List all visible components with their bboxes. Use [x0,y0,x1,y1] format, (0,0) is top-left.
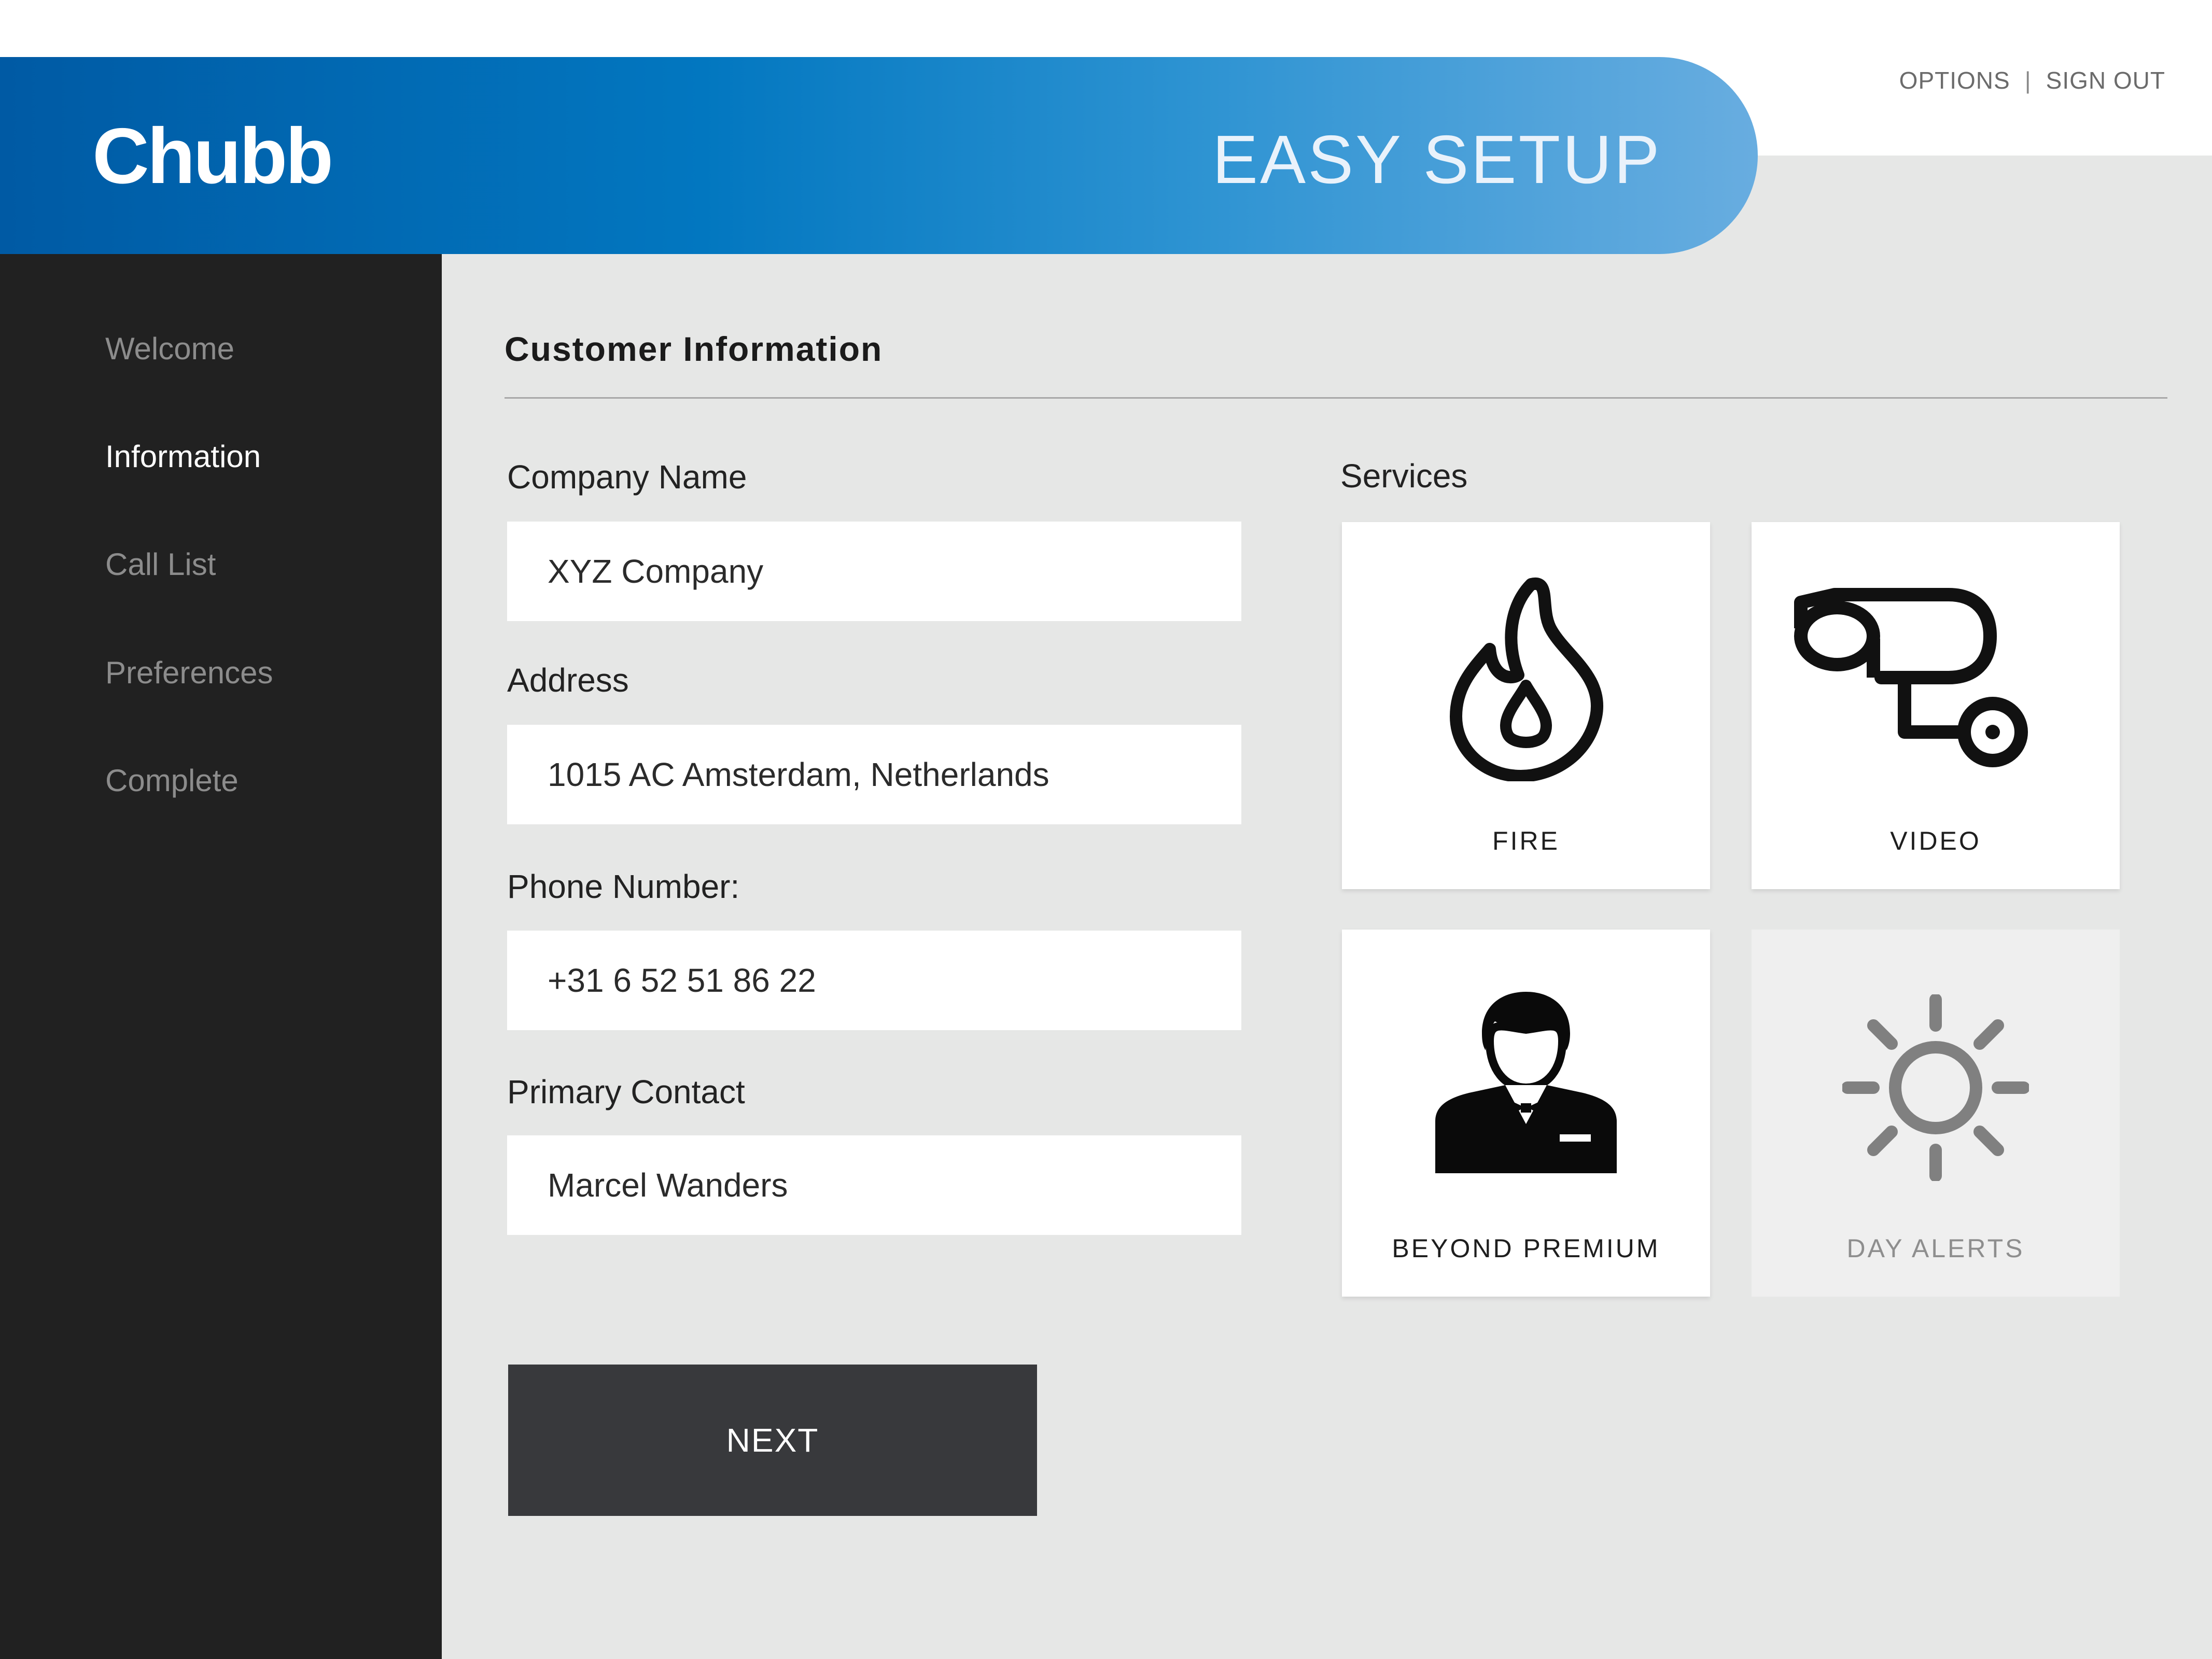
service-tile-fire[interactable]: FIRE [1342,522,1710,889]
concierge-icon [1342,930,1710,1199]
service-label-beyond-premium: BEYOND PREMIUM [1392,1234,1660,1263]
section-title: Customer Information [505,330,883,368]
sidebar-item-complete[interactable]: Complete [105,765,239,796]
fire-icon [1342,522,1710,792]
options-link[interactable]: OPTIONS [1899,66,2010,94]
next-button[interactable]: NEXT [508,1365,1037,1516]
primary-contact-input[interactable] [507,1135,1241,1235]
company-name-label: Company Name [507,458,747,496]
service-tile-day-alerts[interactable]: DAY ALERTS [1752,930,2120,1297]
company-name-input[interactable] [507,522,1241,621]
services-label: Services [1340,457,1468,495]
service-tile-video[interactable]: VIDEO [1752,522,2120,889]
service-label-video: VIDEO [1890,826,1981,855]
sidebar-item-preferences[interactable]: Preferences [105,657,273,688]
phone-number-input[interactable] [507,931,1241,1030]
sun-icon [1752,930,2120,1199]
address-input[interactable] [507,725,1241,824]
sidebar-item-information[interactable]: Information [105,441,261,472]
top-links: OPTIONS | SIGN OUT [1899,66,2165,94]
section-divider [505,397,2167,399]
service-label-day-alerts: DAY ALERTS [1846,1234,2025,1263]
service-tile-beyond-premium[interactable]: BEYOND PREMIUM [1342,930,1710,1297]
link-separator: | [2024,67,2032,94]
service-label-fire: FIRE [1492,826,1560,855]
phone-number-label: Phone Number: [507,868,740,905]
sidebar-item-call-list[interactable]: Call List [105,549,216,580]
primary-contact-label: Primary Contact [507,1073,745,1110]
security-camera-icon [1752,522,2120,792]
sign-out-link[interactable]: SIGN OUT [2046,66,2165,94]
sidebar-item-welcome[interactable]: Welcome [105,333,234,364]
brand-logo: Chubb [92,112,333,200]
address-label: Address [507,662,629,699]
page-title: EASY SETUP [1212,121,1662,198]
